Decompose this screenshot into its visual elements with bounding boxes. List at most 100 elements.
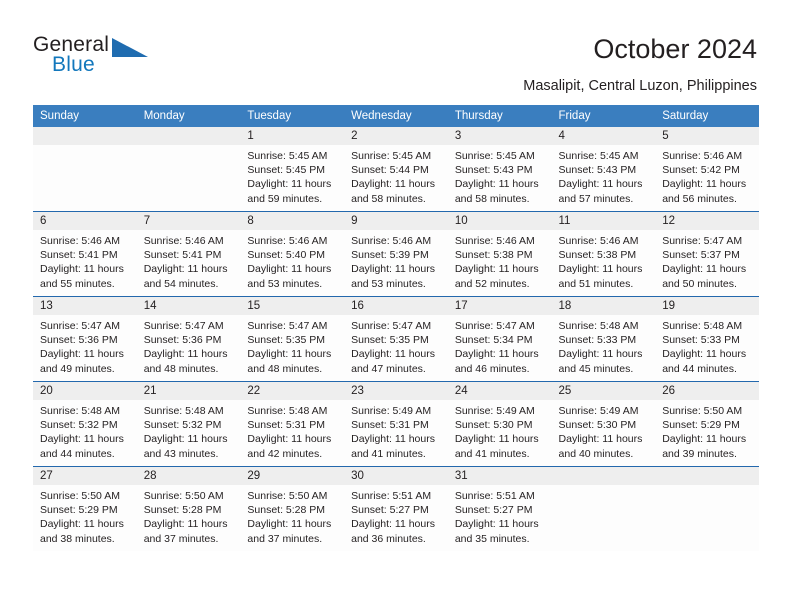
sunrise-text: Sunrise: 5:50 AM (40, 490, 120, 502)
daylight-text-line1: Daylight: 11 hours (40, 348, 124, 361)
daylight-text-line1: Daylight: 11 hours (662, 263, 747, 276)
page-subtitle: Masalipit, Central Luzon, Philippines (523, 78, 757, 94)
day-number: 4 (551, 127, 656, 145)
daylight-text-line1: Daylight: 11 hours (247, 348, 332, 361)
calendar-day-cell[interactable]: 23 Sunrise: 5:49 AM Sunset: 5:31 PM Dayligh… (344, 381, 448, 467)
daylight-text-line2: and 37 minutes. (247, 532, 323, 545)
day-number: 23 (344, 382, 448, 400)
calendar-day-cell[interactable]: 19 Sunrise: 5:48 AM Sunset: 5:33 PM Dayligh… (655, 296, 759, 382)
daylight-text-line2: and 58 minutes. (351, 192, 426, 205)
calendar-day-cell[interactable]: 10 Sunrise: 5:46 AM Sunset: 5:38 PM Dayligh… (447, 211, 552, 297)
calendar-day-cell[interactable]: 26 Sunrise: 5:50 AM Sunset: 5:29 PM Dayligh… (655, 381, 759, 467)
day-details: Sunrise: 5:46 AM Sunset: 5:40 PM Daylight:… (240, 230, 344, 291)
calendar-day-cell[interactable]: 25 Sunrise: 5:49 AM Sunset: 5:30 PM Dayligh… (551, 381, 656, 467)
sunset-text: Sunset: 5:43 PM (454, 164, 533, 177)
sunrise-text: Sunrise: 5:50 AM (143, 490, 224, 502)
sunrise-text: Sunrise: 5:50 AM (247, 490, 328, 502)
weekday-header-saturday: Saturday (655, 105, 759, 127)
day-details: Sunrise: 5:46 AM Sunset: 5:41 PM Daylight:… (137, 230, 241, 291)
day-details: Sunrise: 5:48 AM Sunset: 5:33 PM Daylight:… (655, 315, 759, 376)
calendar-day-cell[interactable]: 5 Sunrise: 5:46 AM Sunset: 5:42 PM Daylight… (655, 127, 759, 212)
day-details: Sunrise: 5:47 AM Sunset: 5:34 PM Daylight:… (448, 315, 552, 376)
calendar-day-cell[interactable]: 31 Sunrise: 5:51 AM Sunset: 5:27 PM Dayligh… (447, 466, 552, 551)
calendar-day-cell[interactable]: 13 Sunrise: 5:47 AM Sunset: 5:36 PM Dayligh… (33, 296, 137, 382)
sunrise-text: Sunrise: 5:48 AM (143, 405, 224, 417)
calendar-day-cell[interactable]: 18 Sunrise: 5:48 AM Sunset: 5:33 PM Dayligh… (551, 296, 656, 382)
calendar-day-cell[interactable]: 1 Sunrise: 5:45 AM Sunset: 5:45 PM Daylight… (240, 127, 345, 212)
calendar-day-cell[interactable]: 9 Sunrise: 5:46 AM Sunset: 5:39 PM Daylight… (344, 211, 448, 297)
sunset-text: Sunset: 5:42 PM (662, 164, 740, 177)
sunset-text: Sunset: 5:28 PM (143, 504, 222, 517)
calendar-day-cell[interactable]: 27 Sunrise: 5:50 AM Sunset: 5:29 PM Dayligh… (33, 466, 137, 551)
daylight-text-line1: Daylight: 11 hours (143, 433, 228, 446)
calendar-day-cell[interactable]: 14 Sunrise: 5:47 AM Sunset: 5:36 PM Dayligh… (136, 296, 241, 382)
weekday-header-tuesday: Tuesday (240, 105, 345, 127)
calendar-day-cell[interactable]: 4 Sunrise: 5:45 AM Sunset: 5:43 PM Daylight… (551, 127, 656, 212)
daylight-text-line2: and 50 minutes. (662, 277, 737, 290)
calendar-page: General Blue October 2024 Masalipit, Cen… (0, 0, 792, 612)
calendar-day-cell-empty (551, 466, 656, 551)
daylight-text-line1: Daylight: 11 hours (247, 433, 332, 446)
daylight-text-line1: Daylight: 11 hours (454, 433, 539, 446)
sunrise-text: Sunrise: 5:46 AM (558, 235, 639, 247)
calendar-day-cell[interactable]: 11 Sunrise: 5:46 AM Sunset: 5:38 PM Dayligh… (551, 211, 656, 297)
daylight-text-line1: Daylight: 11 hours (40, 263, 124, 276)
calendar-day-cell[interactable]: 21 Sunrise: 5:48 AM Sunset: 5:32 PM Dayligh… (136, 381, 241, 467)
daylight-text-line1: Daylight: 11 hours (662, 433, 747, 446)
calendar-day-cell[interactable]: 22 Sunrise: 5:48 AM Sunset: 5:31 PM Dayligh… (240, 381, 345, 467)
daylight-text-line2: and 52 minutes. (454, 277, 530, 290)
weekday-header-wednesday: Wednesday (344, 105, 448, 127)
daylight-text-line2: and 53 minutes. (247, 277, 323, 290)
weekday-header-thursday: Thursday (447, 105, 552, 127)
sunset-text: Sunset: 5:35 PM (351, 334, 429, 347)
day-number: 13 (33, 297, 137, 315)
calendar-day-cell[interactable]: 29 Sunrise: 5:50 AM Sunset: 5:28 PM Dayligh… (240, 466, 345, 551)
calendar-day-cell[interactable]: 30 Sunrise: 5:51 AM Sunset: 5:27 PM Dayligh… (344, 466, 448, 551)
calendar-day-cell[interactable]: 20 Sunrise: 5:48 AM Sunset: 5:32 PM Dayligh… (33, 381, 137, 467)
daylight-text-line2: and 46 minutes. (454, 362, 530, 375)
sunrise-text: Sunrise: 5:49 AM (558, 405, 639, 417)
day-details: Sunrise: 5:49 AM Sunset: 5:30 PM Daylight:… (448, 400, 552, 461)
calendar-day-cell[interactable]: 12 Sunrise: 5:47 AM Sunset: 5:37 PM Dayligh… (655, 211, 759, 297)
calendar-day-cell[interactable]: 17 Sunrise: 5:47 AM Sunset: 5:34 PM Dayligh… (447, 296, 552, 382)
daylight-text-line2: and 58 minutes. (454, 192, 530, 205)
daylight-text-line2: and 48 minutes. (247, 362, 323, 375)
day-details: Sunrise: 5:51 AM Sunset: 5:27 PM Daylight:… (344, 485, 448, 546)
sunrise-text: Sunrise: 5:48 AM (247, 405, 328, 417)
day-number: 27 (33, 467, 137, 485)
sunset-text: Sunset: 5:41 PM (143, 249, 222, 262)
daylight-text-line2: and 45 minutes. (558, 362, 634, 375)
sunrise-text: Sunrise: 5:45 AM (558, 150, 639, 162)
daylight-text-line2: and 47 minutes. (351, 362, 426, 375)
daylight-text-line2: and 40 minutes. (558, 447, 634, 460)
daylight-text-line1: Daylight: 11 hours (40, 518, 124, 531)
day-details: Sunrise: 5:46 AM Sunset: 5:39 PM Daylight:… (344, 230, 448, 291)
page-title: October 2024 (593, 34, 757, 64)
calendar-day-cell[interactable]: 15 Sunrise: 5:47 AM Sunset: 5:35 PM Dayligh… (240, 296, 345, 382)
calendar-week-row: 20 Sunrise: 5:48 AM Sunset: 5:32 PM Dayligh… (33, 381, 759, 467)
calendar-day-cell[interactable]: 28 Sunrise: 5:50 AM Sunset: 5:28 PM Dayligh… (136, 466, 241, 551)
calendar-week-row: 13 Sunrise: 5:47 AM Sunset: 5:36 PM Dayligh… (33, 296, 759, 382)
daylight-text-line2: and 42 minutes. (247, 447, 323, 460)
sunrise-text: Sunrise: 5:49 AM (454, 405, 535, 417)
calendar-day-cell[interactable]: 3 Sunrise: 5:45 AM Sunset: 5:43 PM Daylight… (447, 127, 552, 212)
daylight-text-line1: Daylight: 11 hours (454, 348, 539, 361)
day-details: Sunrise: 5:46 AM Sunset: 5:38 PM Daylight:… (552, 230, 656, 291)
day-details: Sunrise: 5:47 AM Sunset: 5:35 PM Daylight:… (344, 315, 448, 376)
general-blue-logo[interactable]: General Blue (33, 33, 163, 83)
daylight-text-line1: Daylight: 11 hours (351, 518, 435, 531)
day-number (655, 467, 759, 485)
calendar-day-cell[interactable]: 6 Sunrise: 5:46 AM Sunset: 5:41 PM Daylight… (33, 211, 137, 297)
sunset-text: Sunset: 5:30 PM (558, 419, 637, 432)
day-number: 28 (136, 467, 241, 485)
day-details: Sunrise: 5:45 AM Sunset: 5:45 PM Daylight:… (240, 145, 344, 206)
weekday-header-sunday: Sunday (33, 105, 137, 127)
calendar-day-cell[interactable]: 2 Sunrise: 5:45 AM Sunset: 5:44 PM Daylight… (344, 127, 448, 212)
calendar-day-cell[interactable]: 24 Sunrise: 5:49 AM Sunset: 5:30 PM Dayligh… (447, 381, 552, 467)
daylight-text-line2: and 44 minutes. (662, 362, 737, 375)
calendar-day-cell[interactable]: 7 Sunrise: 5:46 AM Sunset: 5:41 PM Daylight… (136, 211, 241, 297)
calendar-day-cell[interactable]: 8 Sunrise: 5:46 AM Sunset: 5:40 PM Daylight… (240, 211, 345, 297)
day-number: 5 (655, 127, 759, 145)
sunset-text: Sunset: 5:29 PM (40, 504, 118, 517)
calendar-day-cell[interactable]: 16 Sunrise: 5:47 AM Sunset: 5:35 PM Dayligh… (344, 296, 448, 382)
